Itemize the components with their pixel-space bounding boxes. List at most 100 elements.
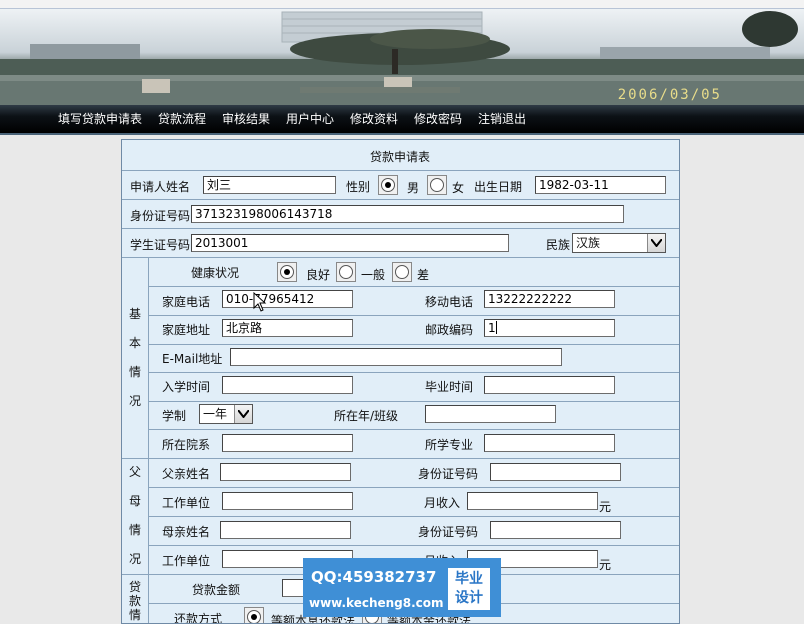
chevron-down-icon	[234, 405, 252, 423]
basic-info-section-label: 基 本 情 况	[128, 307, 141, 408]
enroll-input[interactable]	[222, 376, 353, 394]
mobile-label: 移动电话	[425, 295, 474, 309]
home-phone-input[interactable]: 010-77965412	[222, 290, 353, 308]
health-good-label: 良好	[306, 268, 331, 282]
radio-unchecked-icon	[430, 178, 444, 192]
college-label: 所在院系	[162, 438, 211, 452]
schooling-select[interactable]: 一年	[199, 404, 253, 424]
row-divider	[148, 401, 679, 402]
gender-female-radio[interactable]	[427, 175, 447, 195]
mobile-input[interactable]: 13222222222	[484, 290, 615, 308]
watermark-url: www.kecheng8.com	[309, 596, 444, 610]
mother-id-label: 身份证号码	[418, 525, 479, 539]
nav-loan-process[interactable]: 贷款流程	[158, 110, 206, 127]
row-divider	[122, 170, 679, 171]
graduate-label: 毕业时间	[425, 380, 474, 394]
row-divider	[122, 458, 679, 459]
section-divider	[148, 257, 149, 623]
father-id-input[interactable]	[490, 463, 621, 481]
row-divider	[148, 372, 679, 373]
birthdate-input[interactable]: 1982-03-11	[535, 176, 666, 194]
loan-application-form: 贷款申请表 申请人姓名 刘三 性别 男 女 出生日期 1982-03-11 身份…	[121, 139, 680, 624]
graduate-input[interactable]	[484, 376, 615, 394]
health-poor-radio[interactable]	[392, 262, 412, 282]
schooling-value: 一年	[203, 407, 228, 421]
watermark-banner: QQ:459382737 www.kecheng8.com 毕业 设计	[303, 558, 501, 617]
address-input[interactable]: 北京路	[222, 319, 353, 337]
row-divider	[122, 199, 679, 200]
gender-male-label: 男	[407, 181, 420, 195]
mouse-cursor-icon	[253, 292, 267, 312]
major-input[interactable]	[484, 434, 615, 452]
row-divider	[148, 487, 679, 488]
gender-female-label: 女	[452, 181, 465, 195]
father-income-label: 月收入	[424, 496, 461, 510]
nav-logout[interactable]: 注销退出	[478, 110, 526, 127]
father-name-input[interactable]	[220, 463, 351, 481]
ethnicity-select[interactable]: 汉族	[572, 233, 666, 253]
birthdate-label: 出生日期	[474, 180, 523, 194]
applicant-name-input[interactable]: 刘三	[203, 176, 336, 194]
row-divider	[122, 257, 679, 258]
college-input[interactable]	[222, 434, 353, 452]
nav-edit-profile[interactable]: 修改资料	[350, 110, 398, 127]
health-normal-radio[interactable]	[336, 262, 356, 282]
email-input[interactable]	[230, 348, 562, 366]
health-normal-label: 一般	[361, 268, 386, 282]
health-poor-label: 差	[417, 268, 430, 282]
grade-class-input[interactable]	[425, 405, 556, 423]
ethnicity-label: 民族	[546, 238, 571, 252]
health-label: 健康状况	[191, 266, 240, 280]
row-divider	[148, 286, 679, 287]
main-nav: 填写贷款申请表 贷款流程 审核结果 用户中心 修改资料 修改密码 注销退出	[0, 105, 804, 135]
loan-info-section-label: 贷 款 情	[128, 580, 141, 622]
father-id-label: 身份证号码	[418, 467, 479, 481]
father-income-unit: 元	[599, 500, 612, 514]
row-divider	[148, 545, 679, 546]
header-banner: 2006/03/05	[0, 9, 804, 105]
mother-income-unit: 元	[599, 558, 612, 572]
row-divider	[122, 228, 679, 229]
major-label: 所学专业	[425, 438, 474, 452]
nav-fill-application[interactable]: 填写贷款申请表	[58, 110, 142, 127]
mother-work-label: 工作单位	[162, 554, 211, 568]
applicant-name-label: 申请人姓名	[130, 180, 191, 194]
repay-equal-installment-radio[interactable]	[244, 607, 264, 623]
grade-class-label: 所在年/班级	[334, 409, 399, 423]
watermark-badge: 毕业 设计	[448, 568, 490, 610]
loan-amount-label: 贷款金额	[192, 583, 241, 597]
parents-info-section-label: 父 母 情 况	[128, 465, 141, 566]
top-strip	[0, 0, 804, 9]
father-work-input[interactable]	[222, 492, 353, 510]
father-name-label: 父亲姓名	[162, 467, 211, 481]
radio-unchecked-icon	[395, 265, 409, 279]
id-number-input[interactable]: 371323198006143718	[191, 205, 624, 223]
student-id-input[interactable]: 2013001	[191, 234, 509, 252]
mother-name-input[interactable]	[220, 521, 351, 539]
gender-label: 性别	[346, 180, 371, 194]
email-label: E-Mail地址	[162, 352, 223, 366]
radio-unchecked-icon	[339, 265, 353, 279]
nav-user-center[interactable]: 用户中心	[286, 110, 334, 127]
nav-review-result[interactable]: 审核结果	[222, 110, 270, 127]
father-income-input[interactable]	[467, 492, 598, 510]
gender-male-radio[interactable]	[378, 175, 398, 195]
radio-checked-icon	[280, 265, 294, 279]
radio-checked-icon	[381, 178, 395, 192]
mother-name-label: 母亲姓名	[162, 525, 211, 539]
chevron-down-icon	[647, 234, 665, 252]
row-divider	[148, 344, 679, 345]
text-caret	[495, 321, 497, 334]
mother-id-input[interactable]	[490, 521, 621, 539]
nav-change-password[interactable]: 修改密码	[414, 110, 462, 127]
schooling-label: 学制	[162, 409, 187, 423]
health-good-radio[interactable]	[277, 262, 297, 282]
father-work-label: 工作单位	[162, 496, 211, 510]
form-title: 贷款申请表	[370, 150, 431, 164]
student-id-label: 学生证号码	[130, 238, 191, 252]
postcode-label: 邮政编码	[425, 323, 474, 337]
home-phone-label: 家庭电话	[162, 295, 211, 309]
radio-checked-icon	[247, 610, 261, 623]
id-number-label: 身份证号码	[130, 209, 191, 223]
postcode-input[interactable]: 1	[484, 319, 615, 337]
